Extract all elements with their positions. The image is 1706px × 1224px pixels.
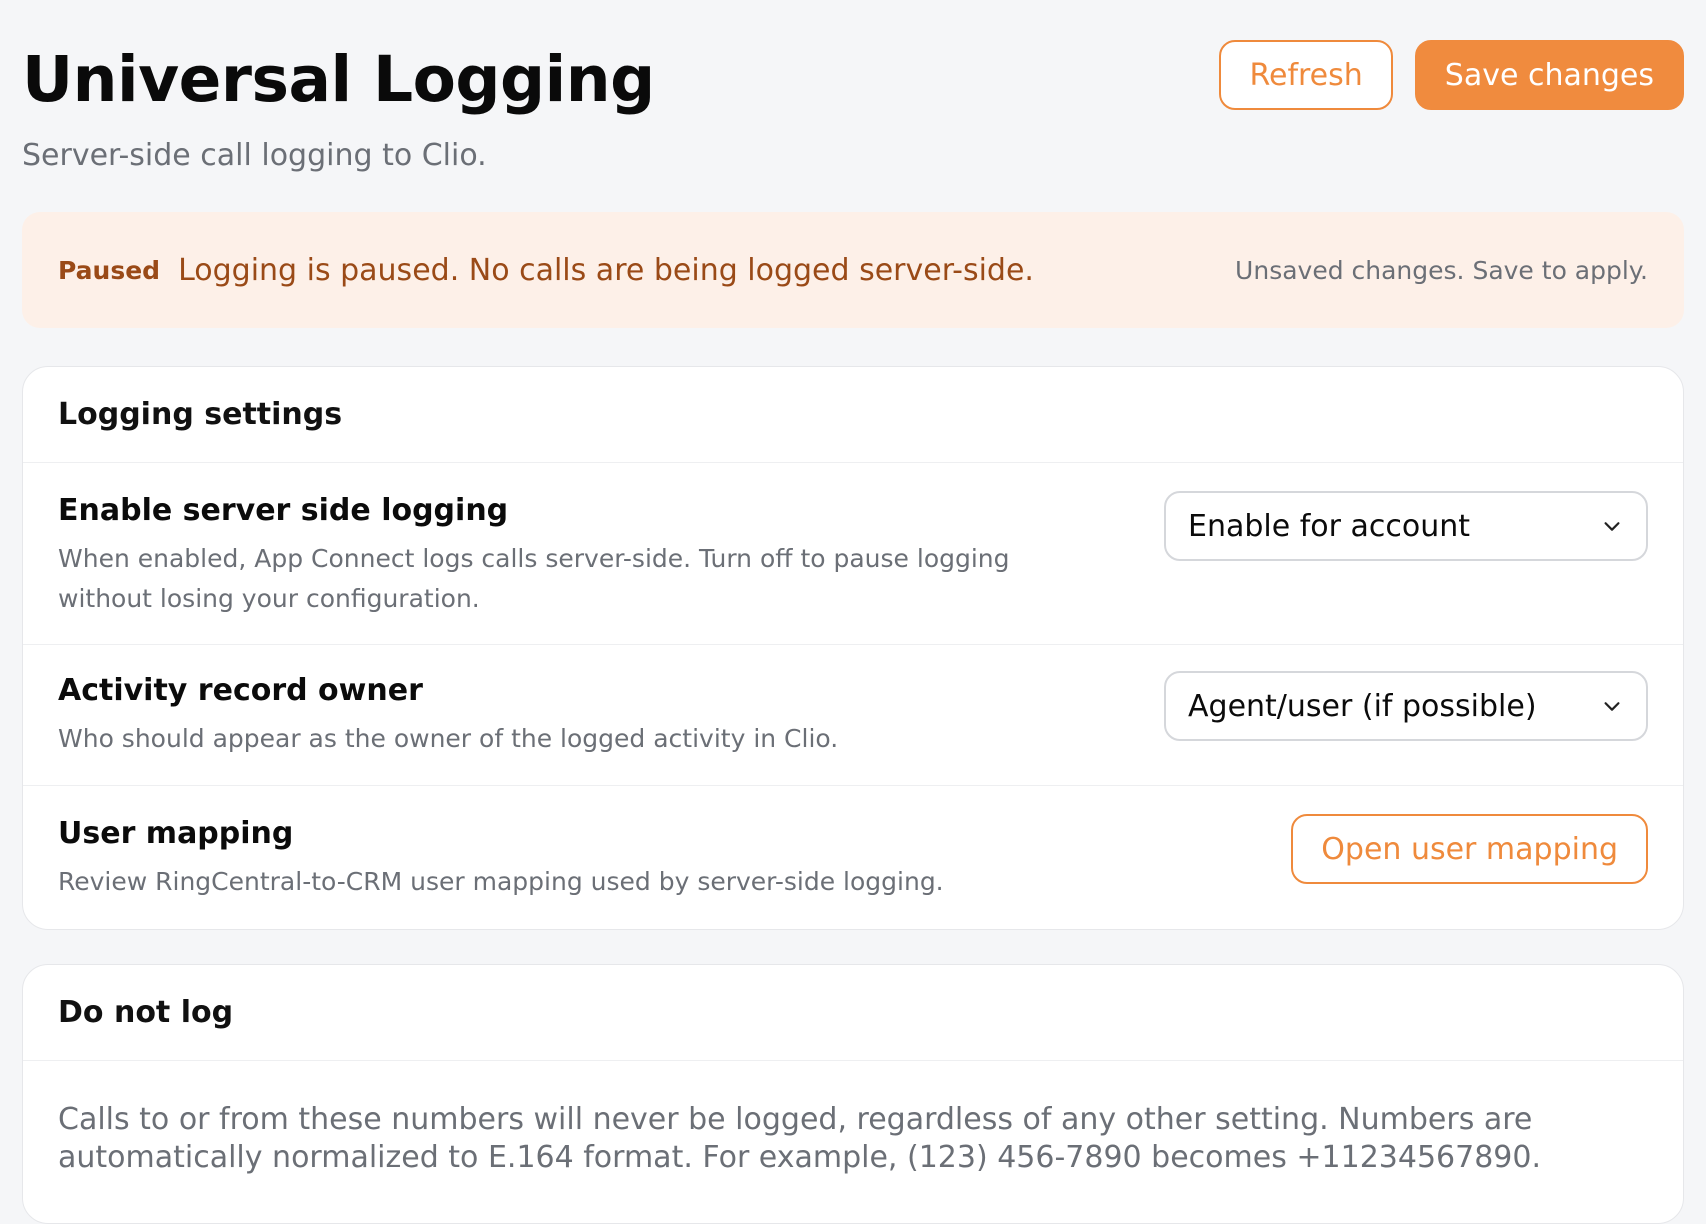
enable-logging-select[interactable]: Enable for account <box>1164 491 1648 561</box>
do-not-log-description: Calls to or from these numbers will neve… <box>58 1102 1542 1175</box>
setting-description: Who should appear as the owner of the lo… <box>58 724 839 753</box>
refresh-button[interactable]: Refresh <box>1219 40 1393 110</box>
save-changes-button[interactable]: Save changes <box>1414 40 1684 110</box>
setting-row-record-owner: Activity record owner Who should appear … <box>23 645 1683 786</box>
setting-label: User mapping <box>58 816 294 851</box>
open-user-mapping-button[interactable]: Open user mapping <box>1291 814 1648 884</box>
chevron-down-icon <box>1600 694 1624 718</box>
do-not-log-header: Do not log <box>23 965 1683 1061</box>
record-owner-select[interactable]: Agent/user (if possible) <box>1164 671 1648 741</box>
setting-description: Review RingCentral-to-CRM user mapping u… <box>58 867 944 896</box>
setting-label: Activity record owner <box>58 673 423 708</box>
header-actions: Refresh Save changes <box>1219 40 1684 110</box>
setting-description: When enabled, App Connect logs calls ser… <box>58 544 1010 613</box>
logging-settings-title: Logging settings <box>58 397 343 432</box>
select-value: Agent/user (if possible) <box>1188 688 1537 724</box>
select-value: Enable for account <box>1188 508 1471 544</box>
setting-row-enable-logging: Enable server side logging When enabled,… <box>23 463 1683 645</box>
do-not-log-card: Do not log Calls to or from these number… <box>22 964 1684 1224</box>
status-message: Logging is paused. No calls are being lo… <box>178 252 1034 288</box>
do-not-log-title: Do not log <box>58 995 234 1030</box>
page-title: Universal Logging <box>22 43 655 116</box>
status-banner: Paused Logging is paused. No calls are b… <box>22 212 1684 328</box>
setting-row-user-mapping: User mapping Review RingCentral-to-CRM u… <box>23 786 1683 929</box>
logging-settings-card: Logging settings Enable server side logg… <box>22 366 1684 930</box>
logging-settings-header: Logging settings <box>23 367 1683 463</box>
chevron-down-icon <box>1600 514 1624 538</box>
page-header: Universal Logging Server-side call loggi… <box>22 0 1684 190</box>
status-badge: Paused <box>58 255 161 285</box>
unsaved-changes-note: Unsaved changes. Save to apply. <box>1235 255 1648 285</box>
page-subtitle: Server-side call logging to Clio. <box>22 138 487 173</box>
setting-label: Enable server side logging <box>58 493 509 528</box>
